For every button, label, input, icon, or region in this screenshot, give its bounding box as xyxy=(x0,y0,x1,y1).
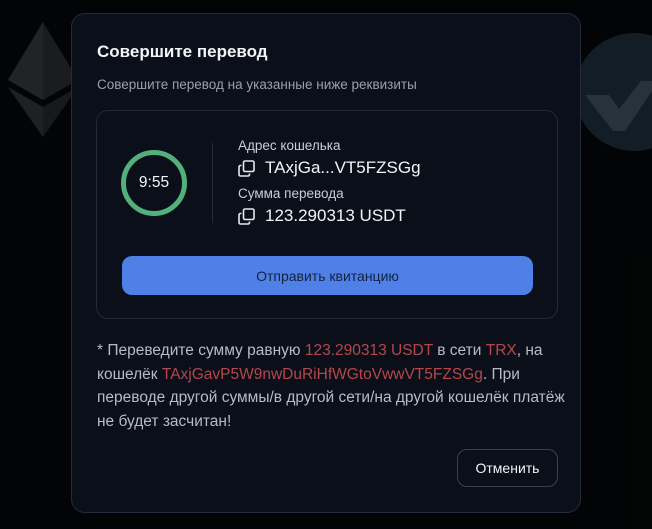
wallet-address-label: Адрес кошелька xyxy=(238,138,341,153)
modal-subtitle: Совершите перевод на указанные ниже рекв… xyxy=(97,77,417,92)
wallet-address-row: TAxjGa...VT5FZSGg xyxy=(238,158,421,178)
notice-amount: 123.290313 USDT xyxy=(304,342,433,359)
notice-text: * Переведите сумму равную xyxy=(97,342,305,359)
wallet-address-value: TAxjGa...VT5FZSGg xyxy=(265,158,421,177)
amount-label: Сумма перевода xyxy=(238,186,344,201)
amount-row: 123.290313 USDT xyxy=(238,206,406,226)
copy-amount-icon[interactable] xyxy=(238,207,255,225)
transfer-modal: Совершите перевод Совершите перевод на у… xyxy=(71,13,581,513)
notice-wallet: TAxjGavP5W9nwDuRiHfWGtoVwwVT5FZSGg xyxy=(161,365,483,383)
countdown-timer: 9:55 xyxy=(121,150,187,216)
copy-address-icon[interactable] xyxy=(238,159,255,177)
send-receipt-button[interactable]: Отправить квитанцию xyxy=(122,256,533,295)
notice-text: в сети xyxy=(432,342,486,359)
payment-details-card: 9:55 Адрес кошелька TAxjGa...VT5FZSGg Су… xyxy=(96,110,558,319)
cancel-button[interactable]: Отменить xyxy=(457,449,558,487)
notice-network: TRX xyxy=(485,342,517,359)
timer-value: 9:55 xyxy=(138,174,170,191)
divider xyxy=(212,143,213,223)
transfer-notice: * Переведите сумму равную 123.290313 USD… xyxy=(97,339,567,433)
amount-value: 123.290313 USDT xyxy=(265,206,406,225)
modal-title: Совершите перевод xyxy=(97,42,268,61)
